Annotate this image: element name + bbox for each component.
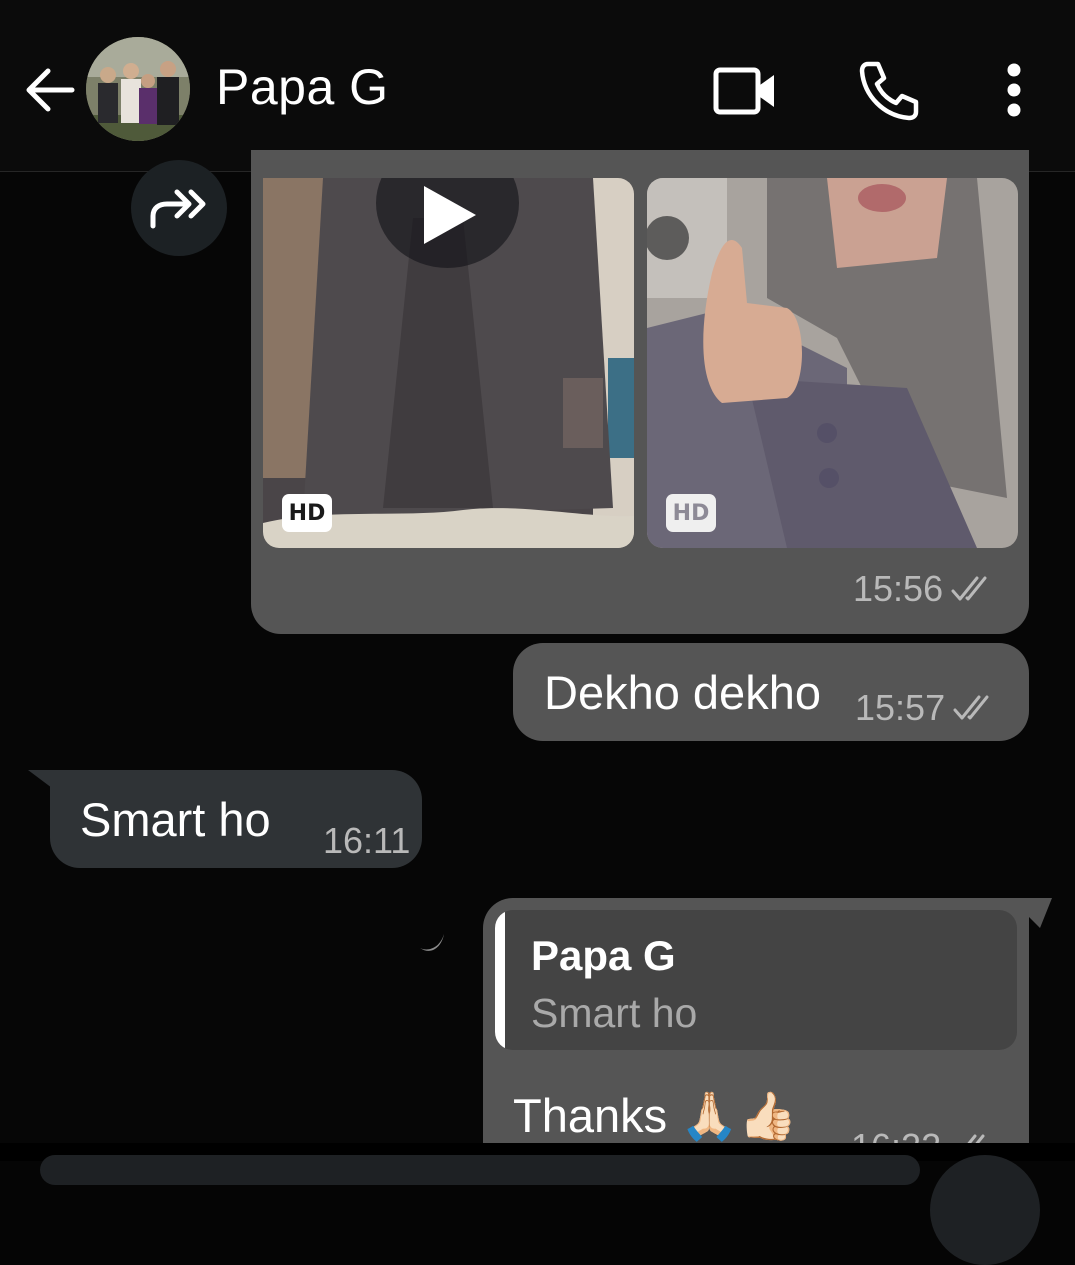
chat-header: Papa G (0, 0, 1075, 172)
message-meta: 16:11 (323, 820, 410, 862)
quote-accent-bar (495, 910, 505, 1050)
image-thumbnail[interactable]: HD (647, 178, 1018, 548)
quoted-text: Smart ho (531, 990, 698, 1036)
forward-button[interactable] (131, 160, 227, 256)
wallpaper-moon (420, 934, 444, 951)
quoted-message[interactable]: Papa G Smart ho (495, 910, 1017, 1050)
message-text: Dekho dekho (544, 666, 821, 719)
double-check-icon (953, 695, 989, 720)
quoted-sender: Papa G (531, 932, 676, 979)
message-meta: 15:56 (853, 568, 999, 610)
forward-icon (150, 189, 206, 229)
message-meta: 15:57 (855, 687, 1001, 729)
message-time: 16:11 (323, 820, 411, 861)
video-call-icon (713, 67, 774, 115)
hd-badge: HD (666, 494, 716, 532)
double-check-icon (951, 576, 987, 601)
media-message-bubble[interactable]: HD HD 15:56 (251, 150, 1029, 634)
back-button[interactable] (20, 60, 80, 120)
message-time: 15:57 (855, 687, 946, 728)
message-time: 15:56 (853, 568, 944, 609)
video-thumbnail[interactable]: HD (263, 178, 634, 548)
outgoing-message-bubble[interactable]: Dekho dekho 15:57 (513, 643, 1029, 741)
phone-icon (859, 61, 919, 121)
message-text: Thanks 🙏🏻👍🏻 (513, 1089, 798, 1142)
play-icon (424, 186, 476, 244)
incoming-message-bubble[interactable]: Smart ho 16:11 (50, 770, 422, 868)
video-call-button[interactable] (710, 58, 780, 128)
reply-message-bubble[interactable]: Papa G Smart ho Thanks 🙏🏻👍🏻 16:22 (483, 898, 1029, 1167)
avatar-photo (86, 37, 190, 141)
image-thumbnail-photo (647, 178, 1018, 548)
back-arrow-icon (26, 68, 75, 112)
contact-avatar[interactable] (86, 37, 190, 141)
hd-badge: HD (282, 494, 332, 532)
message-text: Smart ho (80, 793, 271, 846)
contact-name[interactable]: Papa G (216, 58, 389, 116)
more-vertical-icon (1007, 63, 1021, 117)
more-options-button[interactable] (978, 58, 1048, 128)
message-input-bar[interactable] (40, 1155, 920, 1185)
mic-button[interactable] (930, 1155, 1040, 1265)
voice-call-button[interactable] (854, 56, 924, 126)
